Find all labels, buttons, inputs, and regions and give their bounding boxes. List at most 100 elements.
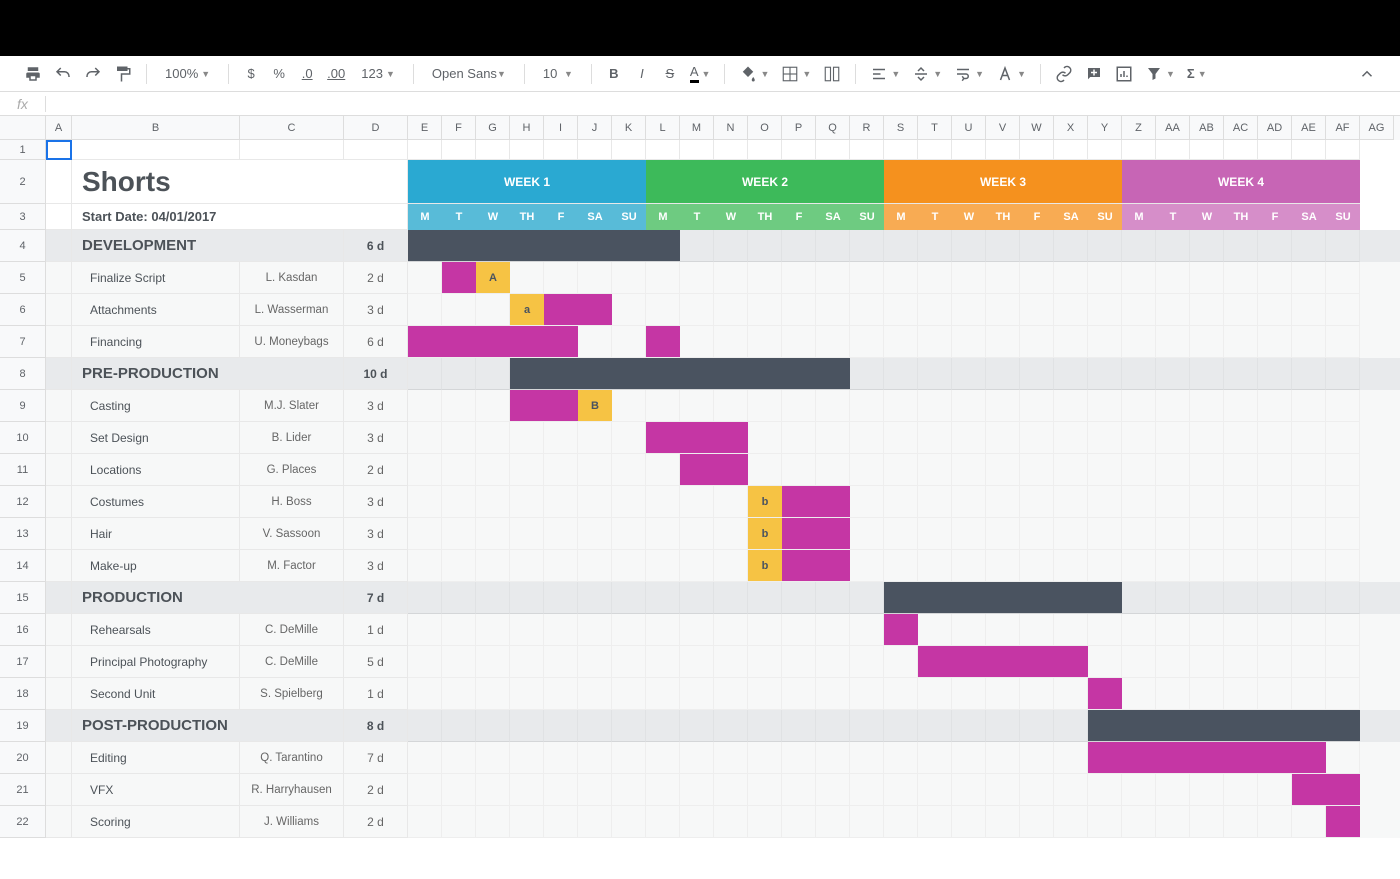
cell[interactable] — [884, 678, 918, 710]
cell[interactable] — [612, 294, 646, 326]
cell[interactable] — [476, 390, 510, 422]
cell[interactable] — [884, 614, 918, 646]
column-header[interactable]: L — [646, 116, 680, 140]
cell[interactable] — [1224, 326, 1258, 358]
cell[interactable] — [1258, 390, 1292, 422]
cell[interactable] — [952, 454, 986, 486]
cell[interactable]: 2 d — [344, 774, 408, 806]
cell[interactable] — [476, 774, 510, 806]
column-header[interactable]: R — [850, 116, 884, 140]
cell[interactable] — [748, 140, 782, 160]
row-header[interactable]: 10 — [0, 422, 46, 454]
cell[interactable] — [442, 140, 476, 160]
cell[interactable] — [1326, 518, 1360, 550]
cell[interactable] — [850, 390, 884, 422]
cell[interactable] — [510, 774, 544, 806]
cell[interactable] — [510, 358, 544, 390]
cell[interactable] — [1088, 678, 1122, 710]
cell[interactable] — [544, 678, 578, 710]
cell[interactable] — [884, 582, 918, 614]
cell[interactable] — [952, 518, 986, 550]
cell[interactable]: M — [408, 204, 442, 230]
row-header[interactable]: 4 — [0, 230, 46, 262]
cell[interactable] — [680, 774, 714, 806]
cell[interactable] — [1020, 262, 1054, 294]
cell[interactable] — [1020, 774, 1054, 806]
cell[interactable] — [510, 422, 544, 454]
cell[interactable] — [986, 422, 1020, 454]
cell[interactable] — [1326, 262, 1360, 294]
cell[interactable] — [748, 646, 782, 678]
cell[interactable] — [1190, 230, 1224, 262]
cell[interactable] — [952, 614, 986, 646]
cell[interactable] — [782, 774, 816, 806]
cell[interactable] — [510, 550, 544, 582]
cell[interactable] — [510, 140, 544, 160]
cell[interactable] — [46, 326, 72, 358]
cell[interactable] — [1190, 486, 1224, 518]
cell[interactable] — [1224, 140, 1258, 160]
cell[interactable] — [680, 582, 714, 614]
cell[interactable] — [816, 646, 850, 678]
cell[interactable] — [1156, 806, 1190, 838]
cell[interactable] — [646, 454, 680, 486]
cell[interactable] — [646, 294, 680, 326]
cell[interactable] — [1258, 486, 1292, 518]
cell[interactable] — [510, 646, 544, 678]
fill-color-button[interactable]: ▼ — [735, 62, 773, 86]
cell[interactable] — [1088, 614, 1122, 646]
cell[interactable] — [1156, 582, 1190, 614]
cell[interactable] — [442, 326, 476, 358]
cell[interactable]: Second Unit — [72, 678, 240, 710]
cell[interactable] — [1258, 326, 1292, 358]
cell[interactable] — [952, 550, 986, 582]
cell[interactable] — [1054, 294, 1088, 326]
cell[interactable] — [1326, 806, 1360, 838]
cell[interactable] — [986, 140, 1020, 160]
cell[interactable] — [1156, 390, 1190, 422]
cell[interactable]: T — [680, 204, 714, 230]
merge-cells-button[interactable] — [819, 62, 845, 86]
cell[interactable] — [442, 710, 476, 742]
cell[interactable]: U. Moneybags — [240, 326, 344, 358]
cell[interactable] — [850, 774, 884, 806]
cell[interactable] — [1292, 742, 1326, 774]
cell[interactable] — [1156, 262, 1190, 294]
cell[interactable] — [1020, 140, 1054, 160]
cell[interactable] — [680, 742, 714, 774]
cell[interactable]: 2 d — [344, 806, 408, 838]
cell[interactable] — [1258, 614, 1292, 646]
cell[interactable] — [408, 294, 442, 326]
cell[interactable] — [986, 646, 1020, 678]
cell[interactable] — [1326, 646, 1360, 678]
cell[interactable] — [680, 518, 714, 550]
cell[interactable] — [544, 326, 578, 358]
cell[interactable] — [816, 806, 850, 838]
cell[interactable] — [1326, 422, 1360, 454]
cell[interactable] — [782, 742, 816, 774]
cell[interactable] — [714, 582, 748, 614]
cell[interactable] — [442, 422, 476, 454]
column-header[interactable]: V — [986, 116, 1020, 140]
cell[interactable] — [46, 140, 72, 160]
cell[interactable] — [46, 550, 72, 582]
cell[interactable] — [1258, 678, 1292, 710]
cell[interactable] — [1224, 230, 1258, 262]
cell[interactable] — [986, 390, 1020, 422]
cell[interactable] — [408, 550, 442, 582]
cell[interactable] — [408, 262, 442, 294]
cell[interactable] — [510, 710, 544, 742]
cell[interactable] — [748, 582, 782, 614]
cell[interactable] — [1122, 518, 1156, 550]
cell[interactable] — [748, 678, 782, 710]
cell[interactable] — [1190, 358, 1224, 390]
cell[interactable] — [1054, 806, 1088, 838]
cell[interactable] — [1190, 582, 1224, 614]
cell[interactable] — [986, 774, 1020, 806]
cell[interactable] — [850, 422, 884, 454]
h-align-button[interactable]: ▼ — [866, 62, 904, 86]
cell[interactable]: G. Places — [240, 454, 344, 486]
cell[interactable] — [646, 710, 680, 742]
cell[interactable] — [1224, 678, 1258, 710]
cell[interactable]: SA — [1292, 204, 1326, 230]
